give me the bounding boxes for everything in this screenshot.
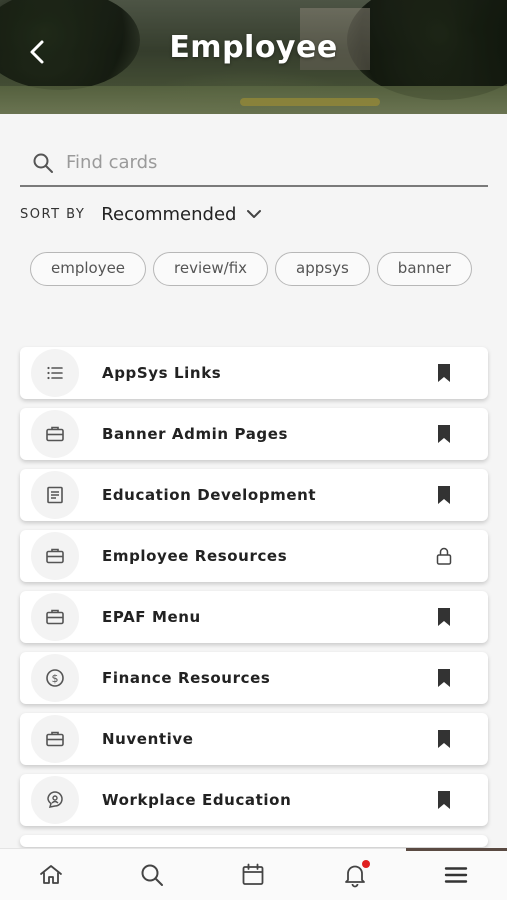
- bookmark-button[interactable]: [434, 667, 454, 689]
- sort-dropdown[interactable]: Recommended: [101, 204, 262, 225]
- bookmark-icon: [438, 669, 450, 687]
- nav-notifications[interactable]: [304, 849, 405, 900]
- nav-menu[interactable]: [405, 848, 507, 900]
- notification-badge: [362, 860, 371, 868]
- card-title: AppSys Links: [102, 364, 222, 382]
- search-bar[interactable]: [20, 140, 488, 187]
- tag-chip-row: employee review/fix appsys banner: [30, 252, 483, 288]
- header-banner: Employee: [0, 0, 507, 114]
- card-item[interactable]: Nuventive: [20, 713, 488, 765]
- card-item[interactable]: $ Finance Resources: [20, 652, 488, 704]
- tag-chip[interactable]: banner: [376, 252, 472, 286]
- sort-row: SORT BY Recommended: [20, 200, 262, 228]
- chevron-down-icon: [247, 210, 262, 218]
- bookmark-icon: [438, 608, 450, 626]
- menu-icon: [445, 867, 468, 883]
- card-title: Banner Admin Pages: [102, 425, 289, 443]
- card-list: AppSys Links Banner Admin Pages Educatio…: [20, 347, 488, 856]
- sort-value: Recommended: [101, 203, 237, 225]
- bookmark-button[interactable]: [434, 362, 454, 384]
- bookmark-icon: [438, 364, 450, 382]
- search-icon: [141, 864, 164, 886]
- briefcase-icon: [46, 609, 64, 625]
- bookmark-button[interactable]: [434, 789, 454, 811]
- tag-chip[interactable]: employee: [30, 252, 147, 286]
- card-item[interactable]: Education Development: [20, 469, 488, 521]
- card-item-partial[interactable]: [20, 835, 488, 847]
- chat-person-icon: [47, 791, 63, 808]
- bottom-nav: [0, 848, 507, 900]
- card-item[interactable]: Banner Admin Pages: [20, 408, 488, 460]
- bookmark-button[interactable]: [434, 423, 454, 445]
- card-title: Nuventive: [102, 730, 194, 748]
- tag-chip[interactable]: appsys: [275, 252, 370, 286]
- bookmark-button[interactable]: [434, 728, 454, 750]
- bookmark-icon: [438, 486, 450, 504]
- page-title: Employee: [169, 30, 338, 65]
- card-item[interactable]: Employee Resources: [20, 530, 488, 582]
- document-icon: [47, 486, 63, 504]
- bookmark-icon: [438, 425, 450, 443]
- card-title: Education Development: [102, 486, 317, 504]
- card-title: Employee Resources: [102, 547, 288, 565]
- lock-icon: [436, 547, 452, 565]
- search-input[interactable]: [66, 152, 466, 173]
- bookmark-button[interactable]: [434, 484, 454, 506]
- card-item[interactable]: Workplace Education: [20, 774, 488, 826]
- nav-search[interactable]: [101, 849, 202, 900]
- home-icon: [39, 865, 62, 884]
- briefcase-icon: [46, 426, 64, 442]
- tag-chip[interactable]: review/fix: [153, 252, 269, 286]
- briefcase-icon: [46, 548, 64, 564]
- briefcase-icon: [46, 731, 64, 747]
- card-title: Workplace Education: [102, 791, 292, 809]
- lock-button[interactable]: [434, 545, 454, 567]
- card-title: Finance Resources: [102, 669, 271, 687]
- list-icon: [47, 366, 63, 380]
- dollar-circle-icon: $: [46, 669, 64, 687]
- search-icon: [33, 153, 53, 173]
- card-item[interactable]: AppSys Links: [20, 347, 488, 399]
- bookmark-button[interactable]: [434, 606, 454, 628]
- calendar-icon: [243, 863, 264, 885]
- nav-calendar[interactable]: [203, 849, 304, 900]
- sort-label: SORT BY: [20, 206, 86, 222]
- card-item[interactable]: EPAF Menu: [20, 591, 488, 643]
- svg-text:$: $: [52, 672, 59, 685]
- bookmark-icon: [438, 791, 450, 809]
- nav-home[interactable]: [0, 849, 101, 900]
- card-title: EPAF Menu: [102, 608, 201, 626]
- bookmark-icon: [438, 730, 450, 748]
